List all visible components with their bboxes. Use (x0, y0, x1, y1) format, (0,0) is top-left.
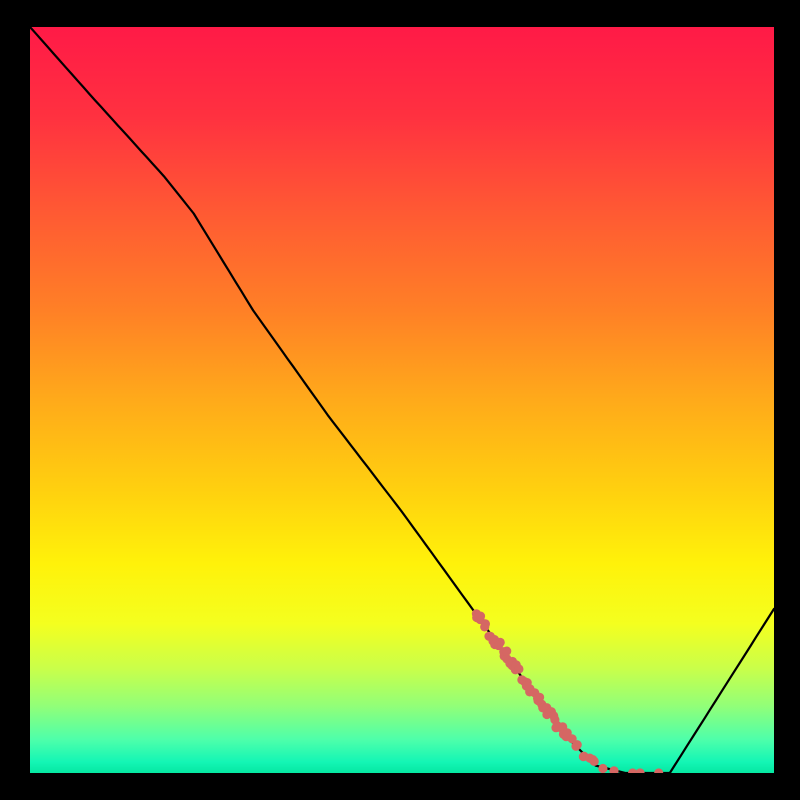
data-marker (514, 664, 523, 673)
plot-background (30, 27, 774, 773)
data-marker (476, 612, 485, 621)
data-marker (481, 619, 490, 628)
data-marker (590, 757, 599, 766)
data-marker (573, 740, 582, 749)
bottleneck-chart (0, 0, 800, 800)
chart-stage: TheBottleneck.com (0, 0, 800, 800)
data-marker (598, 764, 607, 773)
data-marker (502, 647, 511, 656)
